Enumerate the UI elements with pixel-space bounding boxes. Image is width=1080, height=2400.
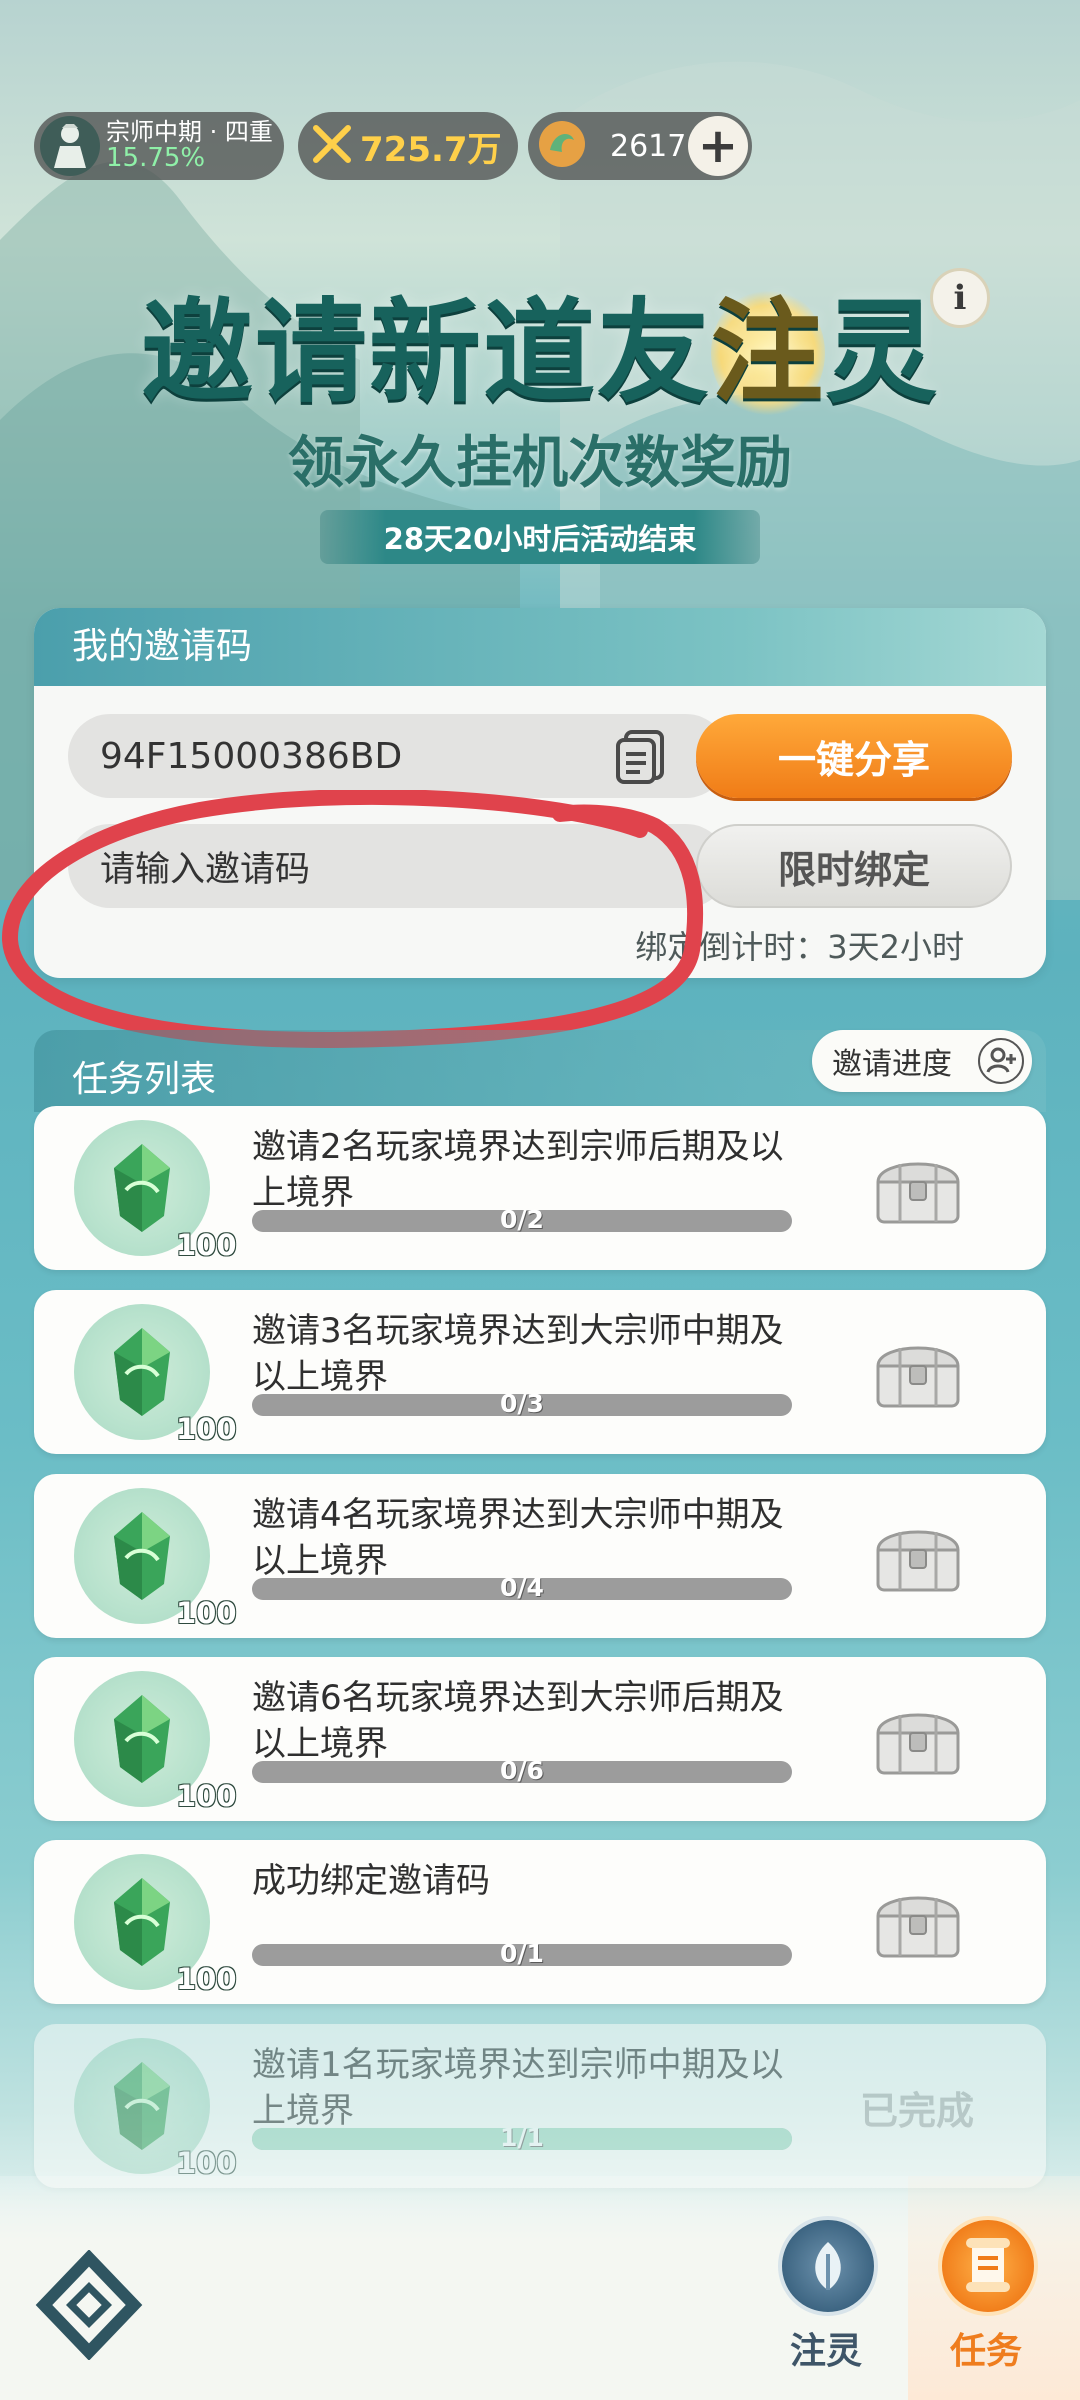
task-item: 100 邀请2名玩家境界达到宗师后期及以上境界 0/2 <box>34 1106 1046 1270</box>
event-title: 邀请新道友注灵 <box>0 262 1080 424</box>
treasure-chest-icon[interactable] <box>870 1516 966 1596</box>
invite-progress-button[interactable]: 邀请进度 <box>812 1030 1032 1092</box>
task-progress-bar: 0/6 <box>252 1756 792 1785</box>
reward-count: 100 <box>176 1412 237 1446</box>
leaf-icon <box>778 2216 878 2316</box>
timed-bind-button[interactable]: 限时绑定 <box>696 824 1012 908</box>
nav-tab-task[interactable]: 任务 <box>906 2216 1066 2400</box>
realm-progress: 15.75% <box>106 142 206 173</box>
task-description: 邀请3名玩家境界达到大宗师中期及以上境界 <box>252 1311 784 1397</box>
currency-display: 2617 + <box>528 112 752 180</box>
invite-code-input[interactable]: 请输入邀请码 <box>68 824 728 908</box>
task-progress-text: 1/1 <box>500 2123 544 2152</box>
reward-count: 100 <box>176 1962 237 1996</box>
scroll-icon <box>938 2216 1038 2316</box>
one-click-share-button[interactable]: 一键分享 <box>696 714 1012 798</box>
event-subtitle: 领永久挂机次数奖励 <box>288 431 792 496</box>
task-item: 100 成功绑定邀请码 0/1 <box>34 1840 1046 2004</box>
reward-count: 100 <box>176 1228 237 1262</box>
task-description: 成功绑定邀请码 <box>252 1861 490 1901</box>
add-currency-button[interactable]: + <box>688 116 748 176</box>
combat-power: 725.7万 <box>298 112 518 180</box>
reward-gem-icon[interactable]: 100 <box>74 1304 237 1446</box>
treasure-chest-icon[interactable] <box>870 1332 966 1412</box>
task-description: 邀请6名玩家境界达到大宗师后期及以上境界 <box>252 1678 784 1764</box>
title-suffix: 灵 <box>825 288 939 418</box>
task-progress-bar: 0/1 <box>252 1939 792 1968</box>
event-countdown: 28天20小时后活动结束 <box>320 510 760 564</box>
copy-icon[interactable] <box>612 726 674 788</box>
menu-logo-icon[interactable] <box>34 2249 144 2361</box>
task-progress-text: 0/6 <box>500 1756 544 1785</box>
reward-gem-icon[interactable]: 100 <box>74 1854 237 1996</box>
character-avatar <box>40 116 100 176</box>
task-progress-bar: 0/3 <box>252 1389 792 1418</box>
invite-heading: 我的邀请码 <box>34 608 1046 686</box>
task-progress-bar: 0/4 <box>252 1573 792 1602</box>
treasure-chest-icon[interactable] <box>870 1882 966 1962</box>
nav-tab-zhuling[interactable]: 注灵 <box>756 2216 896 2400</box>
reward-gem-icon[interactable]: 100 <box>74 1488 237 1630</box>
reward-count: 100 <box>176 2146 237 2180</box>
task-description: 邀请1名玩家境界达到宗师中期及以上境界 <box>252 2045 784 2131</box>
title-prefix: 邀请新道友 <box>141 288 711 418</box>
realm-status[interactable]: 宗师中期 · 四重 15.75% <box>34 112 284 180</box>
task-item: 100 邀请3名玩家境界达到大宗师中期及以上境界 0/3 <box>34 1290 1046 1454</box>
reward-gem-icon[interactable]: 100 <box>74 2038 237 2180</box>
realm-name: 宗师中期 · 四重 <box>106 117 273 146</box>
combat-power-value: 725.7万 <box>360 129 502 170</box>
task-item: 100 邀请1名玩家境界达到宗师中期及以上境界 1/1 已完成 <box>34 2024 1046 2188</box>
nav-label-task: 任务 <box>949 2331 1022 2372</box>
add-user-icon <box>978 1038 1024 1084</box>
task-progress-bar: 1/1 <box>252 2123 792 2152</box>
task-list-heading: 任务列表 <box>72 1059 217 1100</box>
bind-countdown: 绑定倒计时：3天2小时 <box>635 928 964 966</box>
title-highlight: 注 <box>711 288 825 418</box>
reward-count: 100 <box>176 1779 237 1813</box>
task-description: 邀请4名玩家境界达到大宗师中期及以上境界 <box>252 1495 784 1581</box>
task-progress-text: 0/3 <box>500 1389 544 1418</box>
invite-progress-label: 邀请进度 <box>832 1047 952 1082</box>
currency-value: 2617 <box>610 128 687 164</box>
crossed-swords-icon <box>312 124 352 168</box>
reward-gem-icon[interactable]: 100 <box>74 1120 237 1262</box>
task-completed-label: 已完成 <box>860 2089 975 2133</box>
nav-label-zhuling: 注灵 <box>789 2331 862 2372</box>
task-item: 100 邀请6名玩家境界达到大宗师后期及以上境界 0/6 <box>34 1657 1046 1821</box>
task-progress-text: 0/4 <box>500 1573 544 1602</box>
task-progress-text: 0/1 <box>500 1939 544 1968</box>
treasure-chest-icon[interactable] <box>870 1699 966 1779</box>
task-item: 100 邀请4名玩家境界达到大宗师中期及以上境界 0/4 <box>34 1474 1046 1638</box>
treasure-chest-icon[interactable] <box>870 1148 966 1228</box>
invite-code-value: 94F15000386BD <box>100 735 403 777</box>
spirit-coin-icon <box>536 118 588 174</box>
invite-card: 我的邀请码 94F15000386BD 一键分享 请输入邀请码 限时绑定 绑定倒… <box>34 608 1046 978</box>
task-progress-text: 0/2 <box>500 1205 544 1234</box>
reward-count: 100 <box>176 1596 237 1630</box>
task-description: 邀请2名玩家境界达到宗师后期及以上境界 <box>252 1127 784 1213</box>
reward-gem-icon[interactable]: 100 <box>74 1671 237 1813</box>
task-progress-bar: 0/2 <box>252 1205 792 1234</box>
